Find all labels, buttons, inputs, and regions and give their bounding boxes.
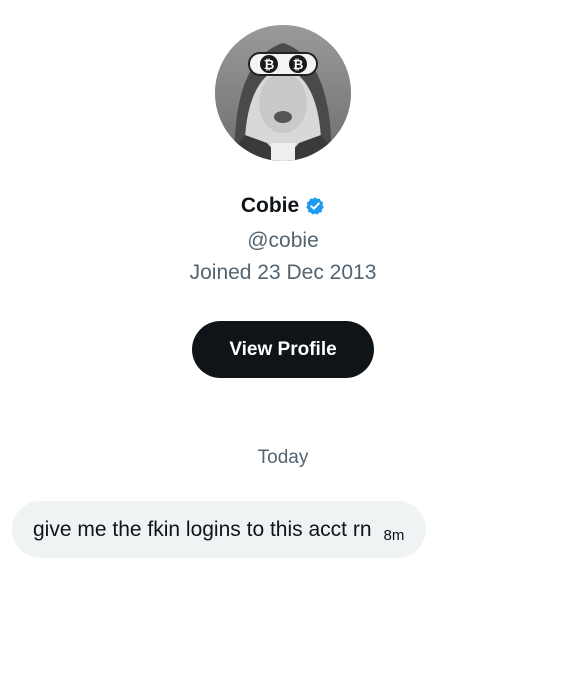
- display-name: Cobie: [240, 194, 300, 217]
- joined-date: Joined 23 Dec 2013: [189, 261, 377, 284]
- verified-badge-icon: [305, 196, 325, 216]
- message-timestamp: 8m: [383, 527, 405, 544]
- svg-text:₿: ₿: [264, 58, 275, 73]
- view-profile-button[interactable]: View Profile: [192, 321, 374, 378]
- date-separator: Today: [257, 447, 309, 468]
- profile-handle: @cobie: [247, 229, 319, 252]
- message-bubble[interactable]: give me the fkin logins to this acct rn …: [12, 501, 427, 558]
- profile-name-row: Cobie: [0, 194, 566, 218]
- message-text: give me the fkin logins to this acct rn: [33, 517, 372, 541]
- profile-avatar[interactable]: ₿ ₿: [215, 25, 351, 161]
- avatar-photo: ₿ ₿: [215, 25, 351, 161]
- svg-text:₿: ₿: [293, 58, 304, 73]
